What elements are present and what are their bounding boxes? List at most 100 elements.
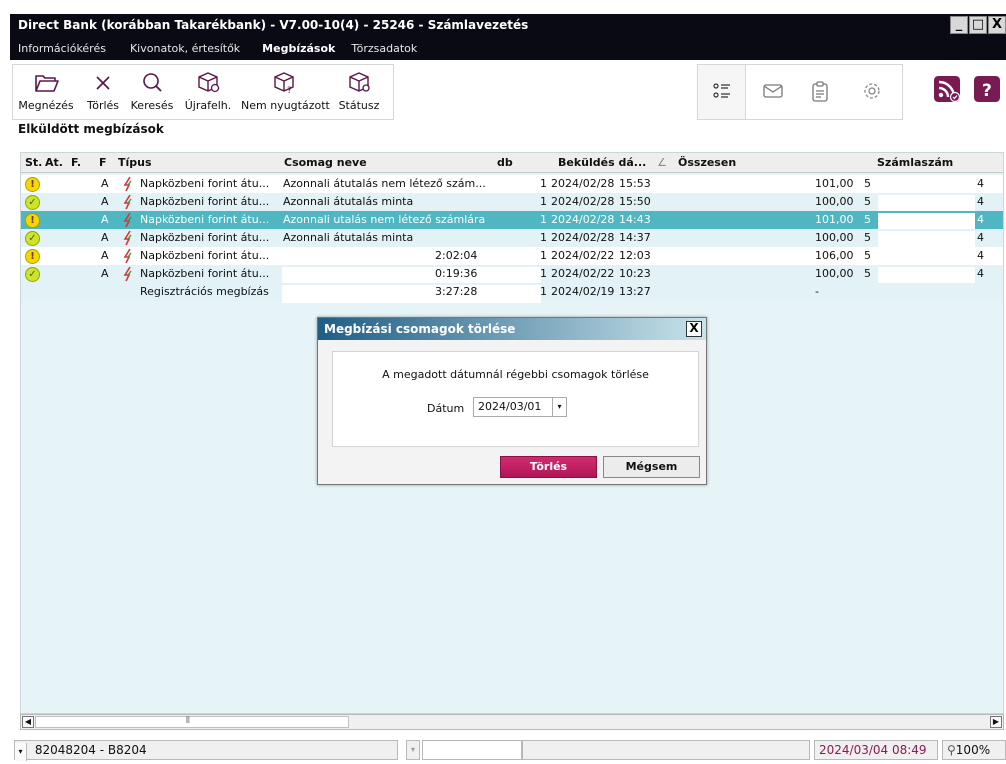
cell-type: Napközbeni forint átu...	[140, 231, 270, 244]
cell-type: Napközbeni forint átu...	[140, 267, 270, 280]
cell-f: A	[101, 249, 109, 262]
status-message	[522, 740, 810, 760]
cell-type: Napközbeni forint átu...	[140, 195, 270, 208]
delete-button[interactable]: Törlés	[81, 67, 125, 112]
mail-icon[interactable]	[762, 81, 784, 101]
scroll-thumb[interactable]: ⫴	[35, 716, 349, 728]
zoom-control[interactable]: ⚲100%	[942, 740, 1006, 760]
status-button[interactable]: Státusz	[331, 67, 387, 112]
cell-type: Regisztrációs megbízás	[140, 285, 269, 298]
cell-type: Napközbeni forint átu...	[140, 249, 270, 262]
cell-account: 5	[864, 177, 871, 190]
col-package[interactable]: Csomag neve	[284, 156, 367, 169]
cell-package-bg	[282, 285, 541, 303]
table-row[interactable]: ! A Napközbeni forint átu... Azonnali utalá…	[21, 211, 1003, 231]
cell-time: 12:03	[619, 249, 651, 262]
cell-account: 5	[864, 267, 871, 280]
datetime-display: 2024/03/04 08:49	[814, 740, 938, 760]
cell-account: 5	[864, 249, 871, 262]
gear-icon[interactable]	[862, 81, 882, 101]
cell-package: Azonnali utalás nem létező számlára	[283, 213, 486, 226]
cell-db: 1	[540, 213, 547, 226]
menu-item-megbizasok[interactable]: Megbízások	[248, 42, 343, 55]
cell-db: 1	[540, 285, 547, 298]
col-at[interactable]: At.	[45, 156, 63, 169]
account-selector[interactable]: ▾ 82048204 - B8204	[14, 740, 398, 761]
table-row[interactable]: Regisztrációs megbízás 3:27:28 1 2024/02/19…	[21, 283, 1003, 303]
table-row[interactable]: ✓ A Napközbeni forint átu... Azonnali átuta…	[21, 193, 1003, 213]
cell-time: 15:50	[619, 195, 651, 208]
package-refresh-icon	[198, 72, 220, 93]
menu-item-kivonatok[interactable]: Kivonatok, értesítők	[114, 42, 248, 55]
view-button[interactable]: Megnézés	[15, 67, 77, 112]
cell-total: -	[815, 285, 819, 298]
lightning-icon	[123, 194, 132, 210]
cancel-button[interactable]: Mégsem	[603, 456, 700, 478]
toolbar: Megnézés Törlés Keresés Újrafelh. ? Nem …	[12, 64, 394, 120]
table-row[interactable]: ! A Napközbeni forint átu... Azonnali átuta…	[21, 175, 1003, 195]
table-row[interactable]: ✓ A Napközbeni forint átu... Azonnali átuta…	[21, 229, 1003, 249]
cell-package: 3:27:28	[435, 285, 478, 298]
cell-f: A	[101, 267, 109, 280]
table-row[interactable]: ✓ A Napközbeni forint átu... 0:19:36 1 2024/0…	[21, 265, 1003, 285]
col-sent-date[interactable]: Beküldés dá...	[558, 156, 646, 169]
col-f1[interactable]: F.	[71, 156, 81, 169]
scroll-left-button[interactable]: ◀	[22, 716, 34, 728]
folder-open-icon	[35, 75, 59, 92]
lightning-icon	[123, 266, 132, 282]
col-total[interactable]: Összesen	[678, 156, 736, 169]
cell-package: Azonnali átutalás minta	[283, 195, 414, 208]
maximize-button[interactable]: □	[969, 16, 987, 34]
menu-item-informaciokeres[interactable]: Információkérés	[10, 42, 114, 55]
sort-indicator-icon: ∠	[657, 156, 667, 169]
warning-status-icon: !	[25, 249, 40, 264]
dialog-body: A megadott dátumnál régebbi csomagok tör…	[332, 351, 699, 447]
cell-f: A	[101, 177, 109, 190]
unacknowledged-button[interactable]: ? Nem nyugtázott	[241, 67, 330, 112]
account-dropdown-icon: ▾	[15, 743, 27, 761]
cell-db: 1	[540, 177, 547, 190]
minimize-button[interactable]: _	[950, 16, 968, 34]
resend-button[interactable]: Újrafelh.	[179, 67, 237, 112]
cell-total: 100,00	[815, 231, 854, 244]
rss-icon[interactable]	[934, 76, 960, 102]
filter-input[interactable]	[422, 740, 522, 760]
menu-item-torzsadatok[interactable]: Törzsadatok	[343, 42, 425, 55]
col-f2[interactable]: F	[99, 156, 107, 169]
filter-dropdown-button[interactable]: ▾	[406, 740, 420, 760]
table-row[interactable]: ! A Napközbeni forint átu... 2:02:04 1 2024/0…	[21, 247, 1003, 267]
cell-time: 15:53	[619, 177, 651, 190]
cell-package: Azonnali átutalás minta	[283, 231, 414, 244]
window-title-bar: Direct Bank (korábban Takarékbank) - V7.…	[10, 14, 1006, 36]
ok-status-icon: ✓	[25, 267, 40, 282]
cell-date: 2024/02/28	[551, 195, 615, 208]
scroll-right-button[interactable]: ▶	[990, 716, 1002, 728]
horizontal-scrollbar[interactable]: ◀ ⫴ ▶	[20, 714, 1004, 730]
cell-date: 2024/02/28	[551, 231, 615, 244]
cell-time: 14:37	[619, 231, 651, 244]
date-dropdown-icon[interactable]: ▾	[552, 398, 566, 416]
close-window-button[interactable]: X	[988, 16, 1006, 34]
cell-account-end: 4	[977, 195, 984, 208]
cell-f: A	[101, 213, 109, 226]
col-account[interactable]: Számlaszám	[877, 156, 953, 169]
list-view-tab[interactable]	[698, 65, 746, 119]
cell-time: 14:43	[619, 213, 651, 226]
col-db[interactable]: db	[497, 156, 513, 169]
col-status[interactable]: St.	[25, 156, 42, 169]
lightning-icon	[123, 212, 132, 228]
cell-db: 1	[540, 195, 547, 208]
date-field[interactable]: 2024/03/01 ▾	[473, 397, 567, 417]
warning-status-icon: !	[25, 177, 40, 192]
search-button[interactable]: Keresés	[127, 67, 177, 112]
clipboard-icon[interactable]	[810, 81, 830, 103]
confirm-delete-button[interactable]: Törlés	[500, 456, 597, 478]
col-type[interactable]: Típus	[118, 156, 152, 169]
dialog-close-button[interactable]: X	[686, 321, 702, 337]
cell-f: A	[101, 195, 109, 208]
cell-account-end: 4	[977, 231, 984, 244]
help-icon[interactable]: ?	[974, 76, 1000, 102]
cell-account: 5	[864, 231, 871, 244]
search-icon	[143, 73, 162, 92]
lightning-icon	[123, 230, 132, 246]
